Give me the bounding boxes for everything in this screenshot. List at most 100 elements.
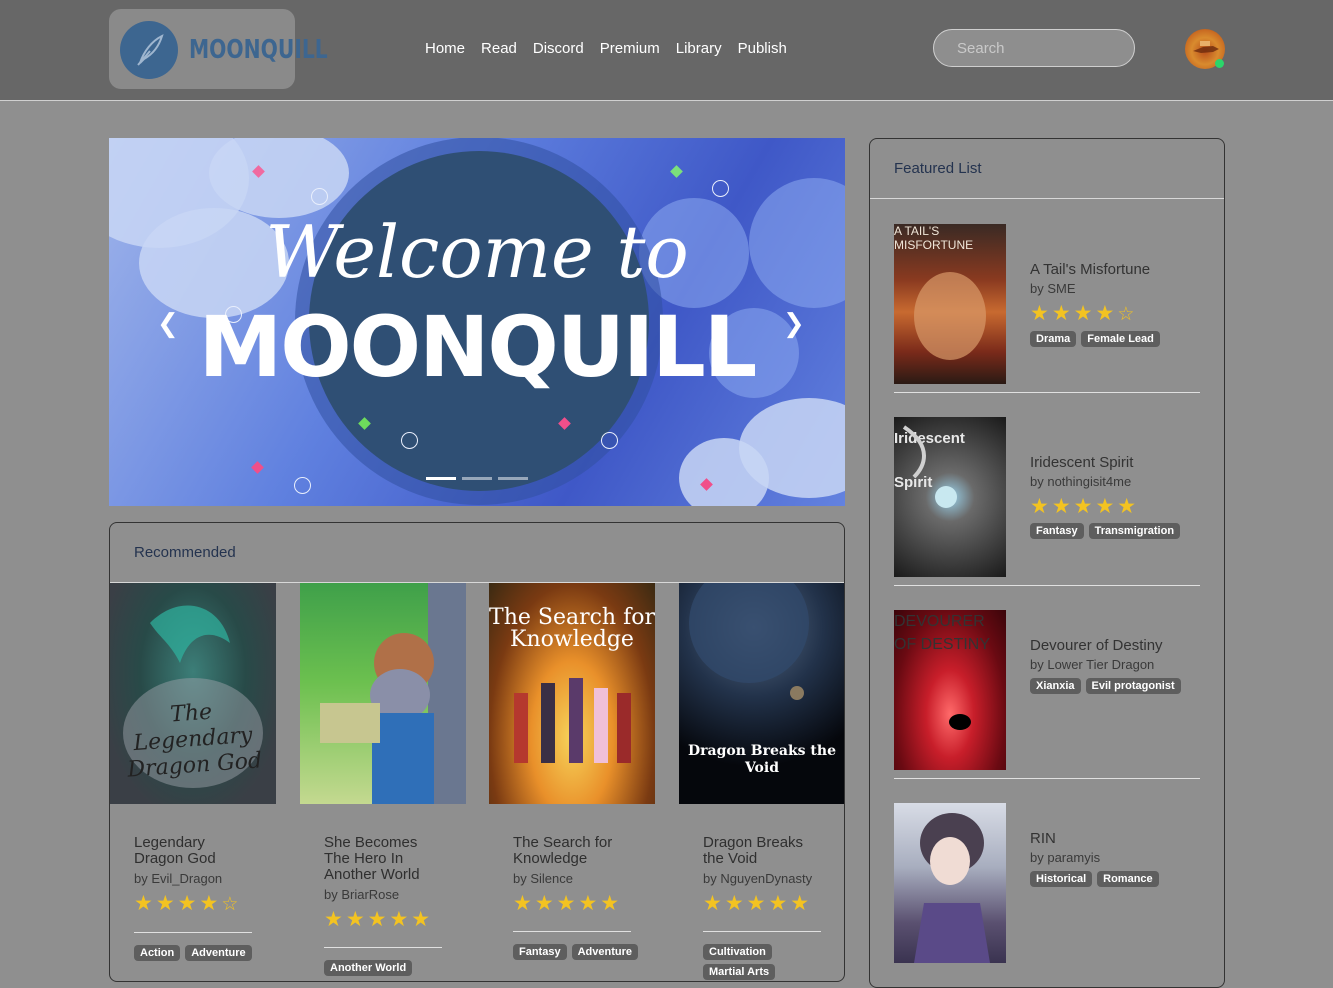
hero-welcome-text: Welcome to (265, 210, 689, 294)
book-title[interactable]: Iridescent Spirit (1030, 454, 1200, 471)
ring-decoration (601, 432, 618, 449)
carousel-prev-button[interactable]: ❮ (157, 308, 179, 339)
book-card[interactable]: The Search for Knowledge The Search for … (489, 583, 655, 960)
star-rating: ★★★★★ (324, 908, 434, 931)
book-cover[interactable]: The Legendary Dragon God (110, 583, 276, 804)
divider (134, 932, 252, 933)
cover-title-text: The Search for Knowledge (489, 605, 655, 652)
star-rating: ★★★★☆ (134, 892, 242, 915)
genre-tags: Fantasy Adventure (513, 944, 653, 960)
genre-tags: Drama Female Lead (1030, 331, 1200, 347)
genre-tag[interactable]: Xianxia (1030, 678, 1081, 694)
genre-tag[interactable]: Action (134, 945, 181, 961)
genre-tag[interactable]: Adventure (571, 944, 638, 960)
book-card[interactable]: The Legendary Dragon God Legendary Drago… (110, 583, 276, 961)
book-author[interactable]: by paramyis (1030, 850, 1200, 865)
spirit-orb-artwork (902, 425, 957, 508)
ring-decoration (401, 432, 418, 449)
carousel-indicator-2[interactable] (462, 477, 492, 480)
featured-list-heading: Featured List (870, 139, 1224, 199)
fox-girl-artwork (914, 272, 986, 360)
chevron-right-icon: ❯ (783, 308, 805, 338)
genre-tag[interactable]: Drama (1030, 331, 1077, 347)
featured-book-item[interactable]: DEVOURER OF DESTINY Devourer of Destiny … (894, 586, 1200, 779)
user-avatar[interactable] (1185, 29, 1225, 69)
genre-tags: Another World (324, 960, 464, 976)
recommended-heading: Recommended (110, 523, 844, 583)
genre-tag[interactable]: Another World (324, 960, 413, 976)
genre-tag[interactable]: Martial Arts (703, 964, 776, 980)
book-cover[interactable]: DEVOURER OF DESTINY (894, 610, 1006, 770)
featured-book-item[interactable]: RIN by paramyis Historical Romance (894, 779, 1200, 972)
recommended-section: Recommended The Legendary Dragon God Leg… (109, 522, 845, 982)
genre-tag[interactable]: Historical (1030, 871, 1093, 887)
nav-premium[interactable]: Premium (600, 40, 660, 57)
star-rating: ★★★★☆ (1030, 302, 1138, 325)
anime-character-artwork (320, 583, 466, 804)
book-title[interactable]: The Search for Knowledge (513, 835, 633, 867)
book-author[interactable]: by BriarRose (324, 887, 466, 902)
nav-publish[interactable]: Publish (738, 40, 787, 57)
genre-tag[interactable]: Evil protagonist (1085, 678, 1181, 694)
character-portrait-artwork (914, 813, 990, 963)
carousel-indicator-1[interactable] (426, 477, 456, 480)
genre-tags: Xianxia Evil protagonist (1030, 678, 1200, 694)
black-hole-artwork (949, 714, 971, 730)
confetti-decoration (251, 461, 264, 474)
book-cover[interactable] (300, 583, 466, 804)
featured-book-item[interactable]: Iridescent Spirit Iridescent Spirit by n… (894, 393, 1200, 586)
search-input[interactable] (933, 29, 1135, 67)
book-title[interactable]: RIN (1030, 830, 1200, 847)
genre-tag[interactable]: Female Lead (1081, 331, 1160, 347)
nav-home[interactable]: Home (425, 40, 465, 57)
book-author[interactable]: by Silence (513, 871, 655, 886)
book-title[interactable]: A Tail's Misfortune (1030, 261, 1200, 278)
book-author[interactable]: by nothingisit4me (1030, 474, 1200, 489)
genre-tags: Historical Romance (1030, 871, 1200, 887)
book-card[interactable]: She Becomes The Hero In Another World by… (300, 583, 466, 976)
genre-tags: Cultivation Martial Arts (703, 944, 843, 980)
nav-library[interactable]: Library (676, 40, 722, 57)
book-card[interactable]: Dragon Breaks the Void Dragon Breaks the… (679, 583, 844, 980)
genre-tag[interactable]: Fantasy (1030, 523, 1084, 539)
book-author[interactable]: by NguyenDynasty (703, 871, 844, 886)
star-rating: ★★★★★ (703, 892, 813, 915)
book-title[interactable]: She Becomes The Hero In Another World (324, 835, 444, 883)
featured-book-item[interactable]: A TAIL'S MISFORTUNE A Tail's Misfortune … (894, 200, 1200, 393)
book-title[interactable]: Legendary Dragon God (134, 835, 254, 867)
ring-decoration (712, 180, 729, 197)
logo-text: MOONQUILL (189, 35, 328, 65)
genre-tag[interactable]: Adventure (185, 945, 252, 961)
book-author[interactable]: by SME (1030, 281, 1200, 296)
book-title[interactable]: Dragon Breaks the Void (703, 835, 823, 867)
book-cover[interactable]: A TAIL'S MISFORTUNE (894, 224, 1006, 384)
book-title[interactable]: Devourer of Destiny (1030, 637, 1200, 654)
confetti-decoration (670, 165, 683, 178)
genre-tags: Fantasy Transmigration (1030, 523, 1200, 539)
book-author[interactable]: by Evil_Dragon (134, 871, 276, 886)
book-cover[interactable]: Dragon Breaks the Void (679, 583, 844, 804)
book-info: A Tail's Misfortune by SME ★★★★☆ Drama F… (1030, 261, 1200, 347)
genre-tag[interactable]: Cultivation (703, 944, 772, 960)
cover-title-text: Dragon Breaks the Void (688, 743, 836, 776)
nav-read[interactable]: Read (481, 40, 517, 57)
carousel-indicator-3[interactable] (498, 477, 528, 480)
book-cover[interactable] (894, 803, 1006, 963)
main-nav: Home Read Discord Premium Library Publis… (425, 40, 787, 57)
book-cover[interactable]: The Search for Knowledge (489, 583, 655, 804)
site-logo[interactable]: MOONQUILL (109, 9, 328, 89)
ring-decoration (294, 477, 311, 494)
featured-list-section: Featured List A TAIL'S MISFORTUNE A Tail… (869, 138, 1225, 988)
book-cover[interactable]: Iridescent Spirit (894, 417, 1006, 577)
divider (703, 931, 821, 932)
genre-tag[interactable]: Fantasy (513, 944, 567, 960)
nav-discord[interactable]: Discord (533, 40, 584, 57)
genre-tag[interactable]: Transmigration (1088, 523, 1181, 539)
ring-decoration (311, 188, 328, 205)
genre-tag[interactable]: Romance (1097, 871, 1159, 887)
chevron-left-icon: ❮ (157, 308, 179, 338)
book-info: Devourer of Destiny by Lower Tier Dragon… (1030, 637, 1200, 694)
carousel-next-button[interactable]: ❯ (783, 308, 805, 339)
book-author[interactable]: by Lower Tier Dragon (1030, 657, 1200, 672)
genre-tags: Action Adventure (134, 945, 274, 961)
